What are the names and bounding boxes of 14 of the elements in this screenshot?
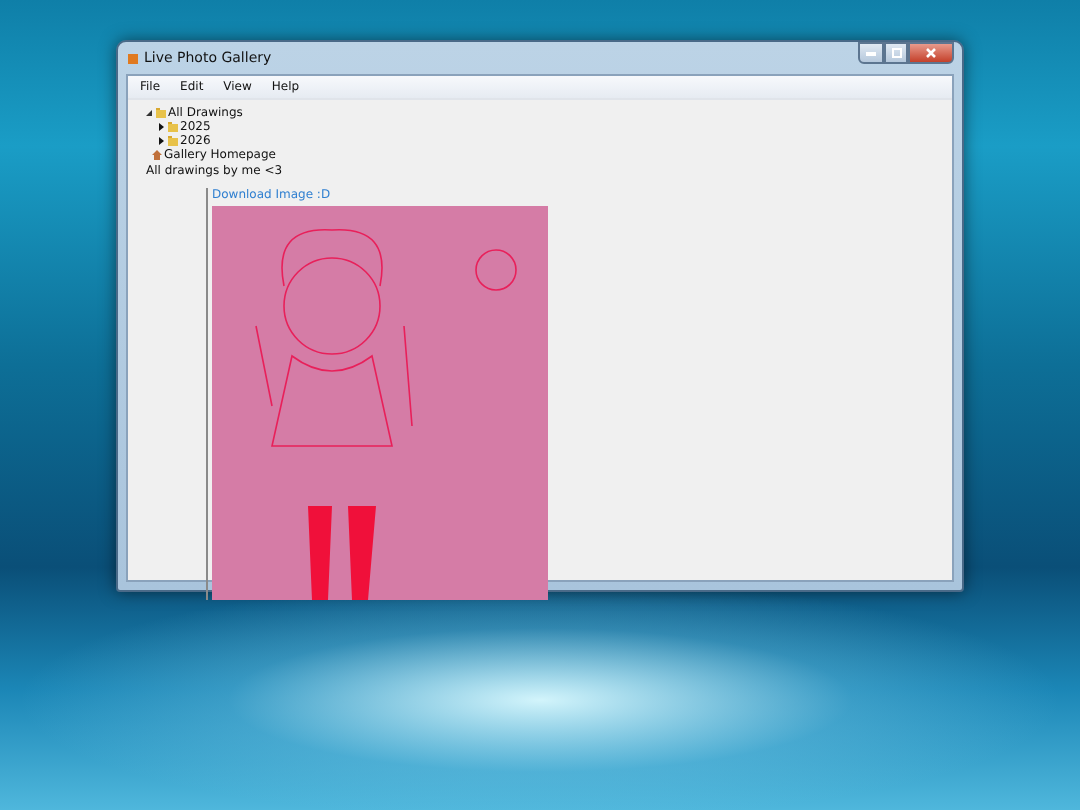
folder-icon: [168, 136, 178, 146]
collapsed-arrow-icon[interactable]: [156, 122, 166, 132]
maximize-icon: [891, 48, 901, 58]
minimize-button[interactable]: [858, 42, 884, 64]
collapsed-arrow-icon[interactable]: [156, 136, 166, 146]
expanded-arrow-icon[interactable]: [144, 108, 154, 118]
app-icon: [128, 53, 138, 63]
house-icon: [152, 150, 162, 160]
folder-icon: [156, 108, 166, 118]
minimize-icon: [866, 51, 876, 55]
folder-icon: [168, 122, 178, 132]
maximize-button[interactable]: [884, 42, 908, 64]
close-icon: [926, 48, 936, 58]
close-button[interactable]: [908, 42, 954, 64]
